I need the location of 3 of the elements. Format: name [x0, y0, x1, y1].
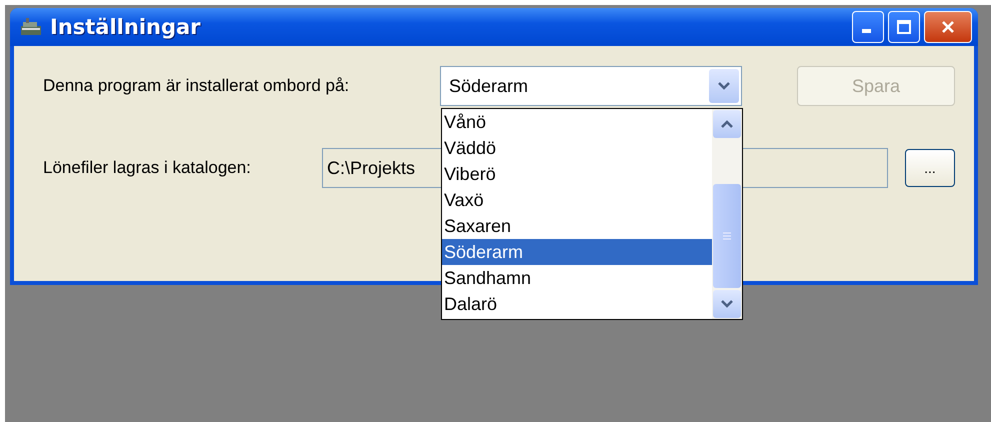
folder-label: Lönefiler lagras i katalogen:: [43, 158, 251, 178]
window-title: Inställningar: [50, 15, 202, 39]
install-label: Denna program är installerat ombord på:: [43, 76, 350, 96]
